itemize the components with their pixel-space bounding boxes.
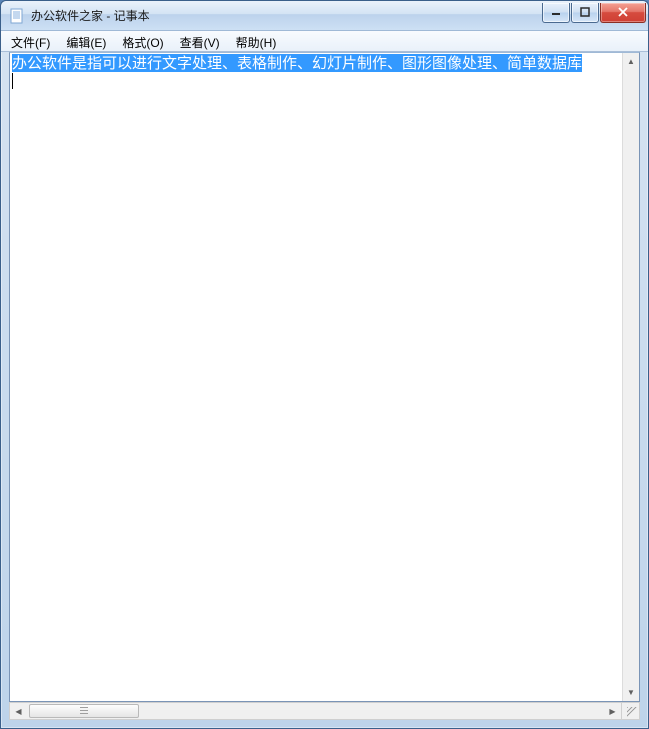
resize-grip[interactable] — [622, 702, 640, 720]
window-title: 办公软件之家 - 记事本 — [31, 7, 541, 24]
horizontal-scroll-thumb[interactable] — [29, 704, 139, 718]
horizontal-scrollbar[interactable]: ◀ ▶ — [9, 702, 622, 720]
menubar: 文件(F) 编辑(E) 格式(O) 查看(V) 帮助(H) — [1, 31, 648, 52]
scroll-left-arrow-icon[interactable]: ◀ — [10, 703, 27, 719]
vertical-scrollbar[interactable]: ▲ ▼ — [622, 53, 639, 701]
minimize-icon — [551, 7, 561, 17]
close-button[interactable] — [600, 3, 646, 23]
text-caret — [12, 73, 13, 89]
selected-text[interactable]: 办公软件是指可以进行文字处理、表格制作、幻灯片制作、图形图像处理、简单数据库 — [12, 54, 582, 72]
titlebar[interactable]: 办公软件之家 - 记事本 — [1, 1, 648, 31]
text-area[interactable]: 办公软件是指可以进行文字处理、表格制作、幻灯片制作、图形图像处理、简单数据库 — [10, 53, 639, 701]
editor-container: 办公软件是指可以进行文字处理、表格制作、幻灯片制作、图形图像处理、简单数据库 ▲… — [9, 52, 640, 702]
notepad-window: 办公软件之家 - 记事本 文件(F) 编辑(E) 格式(O) 查看(V) 帮助(… — [0, 0, 649, 729]
minimize-button[interactable] — [542, 3, 570, 23]
window-controls — [541, 3, 646, 23]
close-icon — [617, 7, 629, 17]
maximize-icon — [580, 7, 590, 17]
notepad-icon — [9, 8, 25, 24]
menu-help[interactable]: 帮助(H) — [228, 31, 285, 51]
menu-edit[interactable]: 编辑(E) — [58, 31, 114, 51]
scroll-down-arrow-icon[interactable]: ▼ — [623, 684, 639, 701]
bottom-scroll-row: ◀ ▶ — [9, 702, 640, 720]
menu-file[interactable]: 文件(F) — [3, 31, 58, 51]
maximize-button[interactable] — [571, 3, 599, 23]
horizontal-scroll-track[interactable] — [27, 703, 604, 719]
menu-view[interactable]: 查看(V) — [172, 31, 228, 51]
vertical-scroll-track[interactable] — [623, 70, 639, 684]
scroll-up-arrow-icon[interactable]: ▲ — [623, 53, 639, 70]
thumb-grip-icon — [80, 707, 88, 715]
menu-format[interactable]: 格式(O) — [114, 31, 171, 51]
scroll-right-arrow-icon[interactable]: ▶ — [604, 703, 621, 719]
